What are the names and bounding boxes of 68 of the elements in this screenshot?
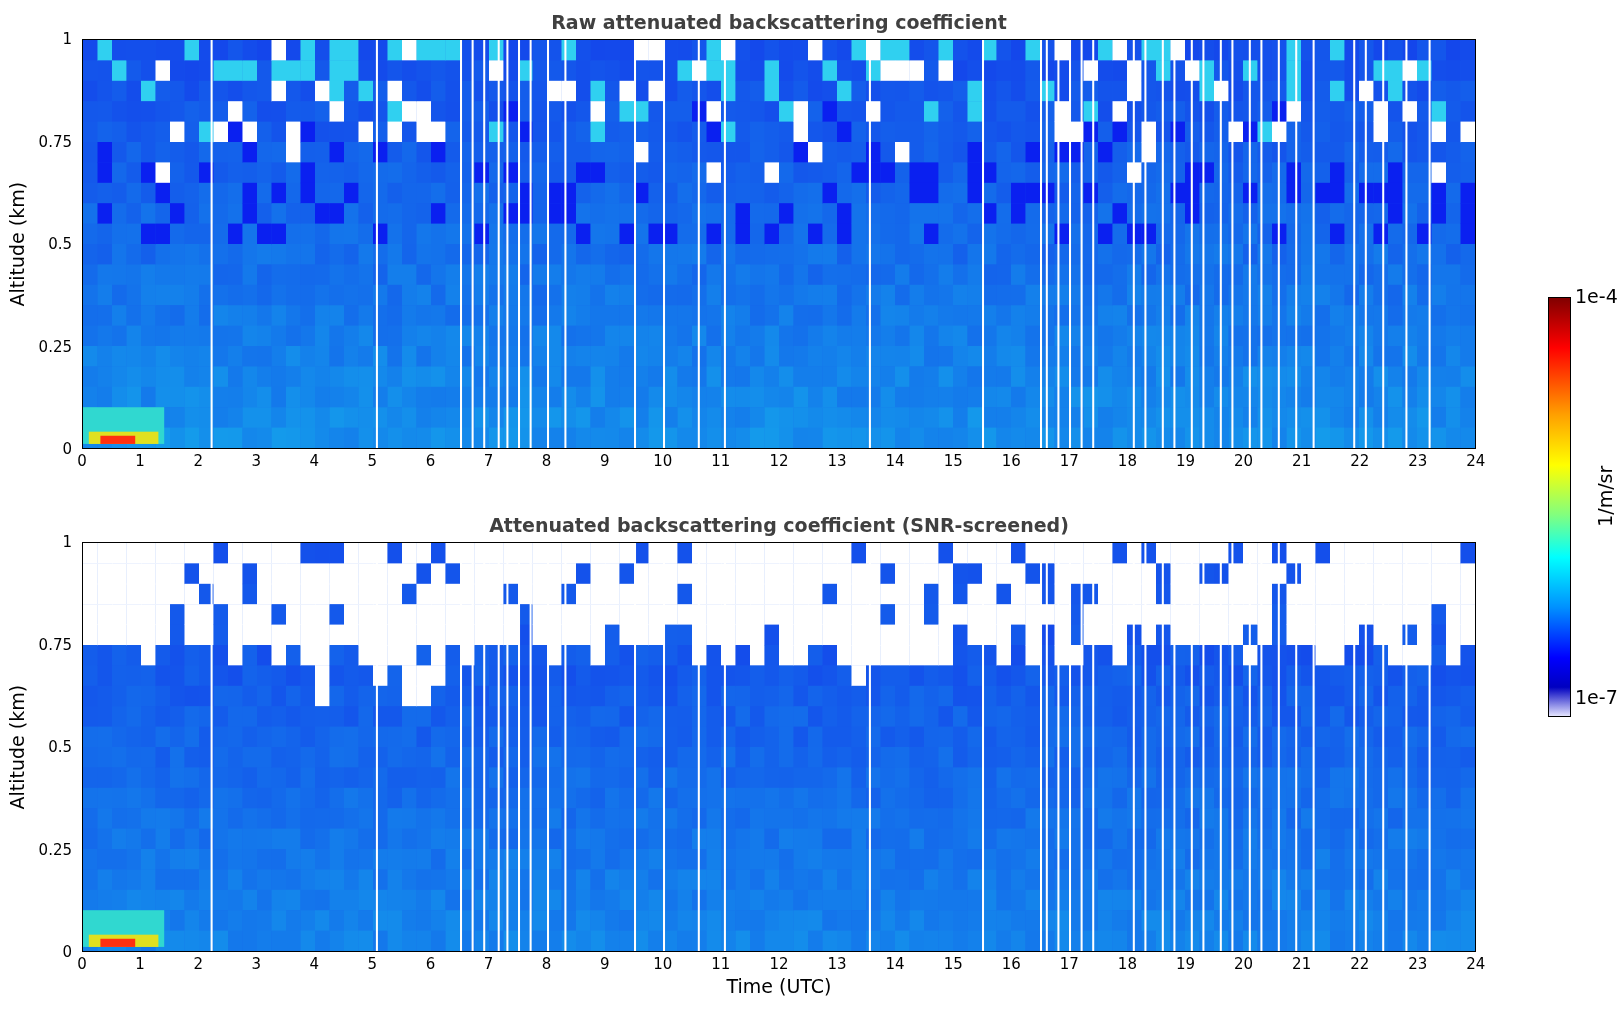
x-tick-label: 9 [598, 451, 611, 471]
y-tick-label: 0 [62, 441, 72, 457]
x-tick-label: 1 [134, 954, 146, 974]
x-tick-label: 8 [540, 451, 553, 471]
x-tick-label: 7 [482, 451, 495, 471]
x-tick-label: 23 [1407, 451, 1429, 471]
x-tick-label: 24 [1465, 451, 1487, 471]
x-tick-label: 11 [710, 451, 732, 471]
plot-title: Raw attenuated backscattering coefficient [550, 10, 1008, 34]
x-tick-label: 14 [884, 451, 906, 471]
y-tick-label: 0 [62, 944, 72, 960]
x-tick-label: 3 [250, 451, 262, 471]
x-tick-label: 17 [1058, 954, 1080, 974]
x-tick-label: 0 [76, 451, 88, 471]
x-tick-label: 22 [1349, 451, 1371, 471]
y-tick-label: 0.25 [38, 338, 72, 355]
x-tick-label: 4 [308, 954, 321, 974]
colorbar-max-label: 1e-4 [1575, 286, 1619, 306]
x-tick-label: 20 [1233, 451, 1255, 471]
x-tick-label: 2 [192, 954, 204, 974]
plot-title: Attenuated backscattering coefficient (SNR-screened) [488, 513, 1070, 537]
x-tick-label: 1 [134, 451, 146, 471]
x-tick-label: 18 [1116, 954, 1138, 974]
x-tick-label: 6 [424, 954, 437, 974]
x-tick-label: 21 [1291, 954, 1313, 974]
x-tick-label: 18 [1116, 451, 1138, 471]
y-tick-label: 0.5 [48, 739, 72, 755]
y-axis-label: Altitude (km) [4, 684, 29, 810]
x-tick-label: 0 [76, 954, 88, 974]
colorbar-unit-label: 1/m/sr [1593, 465, 1618, 528]
colorbar-min-label: 1e-7 [1575, 687, 1619, 707]
x-tick-label: 13 [826, 954, 848, 974]
y-tick-label: 1 [62, 31, 72, 47]
x-tick-label: 9 [598, 954, 611, 974]
x-tick-label: 7 [482, 954, 495, 974]
x-tick-label: 12 [768, 451, 790, 471]
x-tick-label: 20 [1233, 954, 1255, 974]
x-tick-label: 10 [652, 451, 674, 471]
x-tick-label: 14 [884, 954, 906, 974]
x-tick-label: 16 [1000, 954, 1022, 974]
x-tick-label: 15 [942, 954, 964, 974]
x-tick-label: 16 [1000, 451, 1022, 471]
x-tick-label: 19 [1174, 451, 1197, 471]
x-tick-label: 15 [942, 451, 964, 471]
y-tick-label: 0.5 [48, 236, 72, 252]
x-tick-label: 19 [1174, 954, 1197, 974]
x-tick-label: 8 [540, 954, 553, 974]
x-tick-label: 11 [710, 954, 732, 974]
x-tick-label: 12 [768, 954, 790, 974]
x-tick-label: 5 [366, 451, 379, 471]
x-tick-label: 23 [1407, 954, 1429, 974]
x-tick-label: 5 [366, 954, 379, 974]
x-tick-label: 3 [250, 954, 262, 974]
x-tick-label: 22 [1349, 954, 1371, 974]
x-tick-label: 6 [424, 451, 437, 471]
x-tick-label: 4 [308, 451, 321, 471]
y-tick-label: 0.75 [38, 133, 72, 150]
x-tick-label: 2 [192, 451, 204, 471]
x-tick-label: 17 [1058, 451, 1080, 471]
x-tick-label: 10 [652, 954, 674, 974]
x-tick-label: 21 [1291, 451, 1313, 471]
y-axis-label: Altitude (km) [4, 181, 29, 307]
y-tick-label: 0.75 [38, 636, 72, 653]
y-tick-label: 1 [62, 534, 72, 550]
x-tick-label: 24 [1465, 954, 1487, 974]
x-tick-label: 13 [826, 451, 848, 471]
x-axis-label: Time (UTC) [725, 974, 833, 998]
y-tick-label: 0.25 [38, 841, 72, 858]
